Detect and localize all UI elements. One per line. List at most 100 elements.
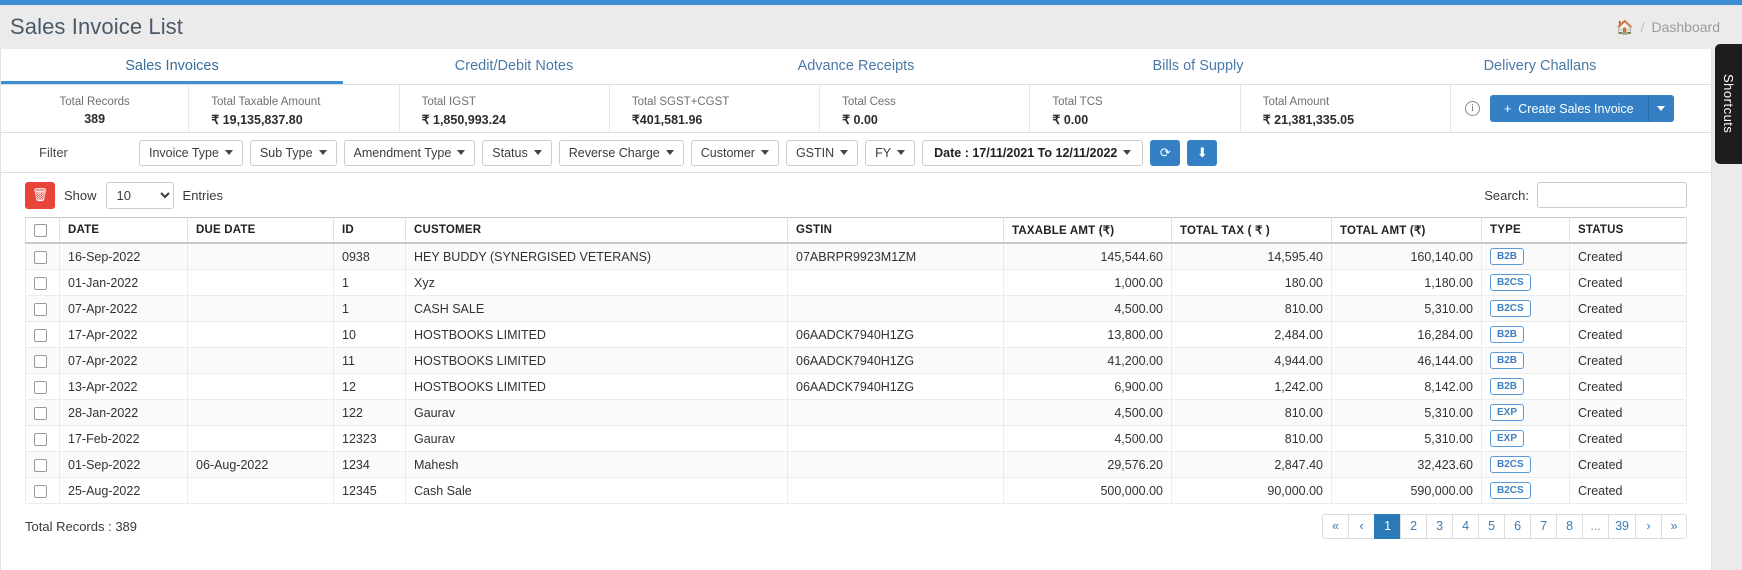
summary-strip: Total Records 389 Total Taxable Amount ₹… [1,85,1711,133]
type-badge: B2CS [1490,274,1531,291]
tab-bills-of-supply[interactable]: Bills of Supply [1027,49,1369,84]
row-checkbox[interactable] [34,380,47,394]
cell-status: Created [1569,451,1687,478]
filter-status[interactable]: Status [482,139,552,166]
cell-due-date [187,477,334,504]
breadcrumb: 🏠 / Dashboard [1616,19,1720,35]
table-row[interactable]: 25-Aug-2022 12345 Cash Sale 500,000.00 90,00… [25,477,1687,504]
summary-value: 389 [84,112,106,126]
summary-value: ₹401,581.96 [631,112,703,127]
col-taxable-amt[interactable]: TAXABLE AMT (₹) [1003,217,1172,244]
row-checkbox[interactable] [34,328,47,342]
table-row[interactable]: 17-Apr-2022 10 HOSTBOOKS LIMITED 06AADCK794… [25,321,1687,348]
col-total-tax[interactable]: TOTAL TAX ( ₹ ) [1171,217,1332,244]
col-id[interactable]: ID [333,217,406,244]
row-checkbox[interactable] [34,250,47,264]
row-checkbox[interactable] [34,432,47,446]
create-invoice-button-group: + Create Sales Invoice [1489,95,1674,122]
filter-label-text: GSTIN [795,145,835,160]
table-row[interactable]: 13-Apr-2022 12 HOSTBOOKS LIMITED 06AADCK794… [25,373,1687,400]
refresh-button[interactable]: ⟳ [1150,139,1181,166]
cell-total-tax: 14,595.40 [1171,242,1332,270]
entries-select[interactable]: 10 25 50 100 [105,181,174,209]
chevron-down-icon [665,150,674,155]
home-icon[interactable]: 🏠 [1616,20,1633,34]
col-type[interactable]: TYPE [1481,217,1570,244]
filter-fy[interactable]: FY [865,139,916,166]
info-icon[interactable]: i [1464,101,1480,116]
total-records-label: Total Records : 389 [25,519,138,534]
row-checkbox[interactable] [34,406,47,420]
filter-gstin[interactable]: GSTIN [785,139,859,166]
shortcuts-tab[interactable]: Shortcuts [1715,44,1742,164]
row-checkbox[interactable] [34,354,47,368]
table-row[interactable]: 07-Apr-2022 1 CASH SALE 4,500.00 810.00 5,310… [25,295,1687,322]
table-row[interactable]: 16-Sep-2022 0938 HEY BUDDY (SYNERGISED VET… [25,242,1687,270]
create-invoice-dropdown-button[interactable] [1647,95,1674,122]
cell-taxable-amt: 4,500.00 [1003,425,1172,452]
trash-icon: 🗑 [31,187,49,202]
col-due-date[interactable]: DUE DATE [187,217,334,244]
summary-total-records: Total Records 389 [1,85,190,132]
row-select-cell [25,399,60,426]
table-row[interactable]: 28-Jan-2022 122 Gaurav 4,500.00 810.00 5,310.… [25,399,1687,426]
table-row[interactable]: 07-Apr-2022 11 HOSTBOOKS LIMITED 06AADCK794… [25,347,1687,374]
cell-total-amt: 5,310.00 [1331,425,1482,452]
filter-label-text: FY [875,145,892,160]
delete-selected-button[interactable]: 🗑 [25,181,55,209]
pagination-item[interactable]: 1 [1374,514,1401,539]
col-gstin[interactable]: GSTIN [787,217,1004,244]
filter-reverse-charge[interactable]: Reverse Charge [558,139,684,166]
search-input[interactable] [1537,182,1687,208]
row-checkbox[interactable] [34,302,47,316]
pagination-item[interactable]: 7 [1530,514,1557,539]
filter-date-range[interactable]: Date : 17/11/2021 To 12/11/2022 [922,139,1144,166]
filter-invoice-type[interactable]: Invoice Type [139,139,243,166]
pagination-item[interactable]: « [1322,514,1349,539]
pagination-item[interactable]: ‹ [1348,514,1375,539]
pagination-item[interactable]: 5 [1478,514,1505,539]
pagination-item[interactable]: » [1661,514,1687,539]
row-checkbox[interactable] [34,458,47,472]
summary-label: Total Cess [842,95,896,108]
create-sales-invoice-button[interactable]: + Create Sales Invoice [1489,95,1648,122]
cell-due-date [187,242,334,270]
pagination-item[interactable]: 2 [1400,514,1427,539]
table-row[interactable]: 01-Sep-2022 06-Aug-2022 1234 Mahesh 29,576.2… [25,451,1687,478]
row-checkbox[interactable] [34,276,47,290]
type-badge: B2B [1490,352,1525,369]
table-row[interactable]: 01-Jan-2022 1 Xyz 1,000.00 180.00 1,180.00 B2C… [25,269,1687,296]
pagination-item[interactable]: 39 [1608,514,1635,539]
filter-sub-type[interactable]: Sub Type [249,139,337,166]
tab-advance-receipts[interactable]: Advance Receipts [685,49,1027,84]
col-customer[interactable]: CUSTOMER [405,217,788,244]
tab-sales-invoices[interactable]: Sales Invoices [1,49,343,84]
row-checkbox[interactable] [34,484,47,498]
cell-status: Created [1569,373,1687,400]
row-select-cell [25,321,60,348]
cell-gstin: 06AADCK7940H1ZG [787,321,1004,348]
select-all-checkbox[interactable] [34,223,47,237]
download-button[interactable]: ⬇ [1187,139,1218,166]
col-date[interactable]: DATE [59,217,188,244]
chevron-down-icon [318,150,327,155]
pagination-item[interactable]: 8 [1556,514,1583,539]
cell-due-date: 06-Aug-2022 [187,451,334,478]
cell-gstin [787,477,1004,504]
tab-credit-debit-notes[interactable]: Credit/Debit Notes [343,49,685,84]
col-status[interactable]: STATUS [1569,217,1687,244]
cell-due-date [187,321,334,348]
pagination-item[interactable]: 6 [1504,514,1531,539]
tab-delivery-challans[interactable]: Delivery Challans [1369,49,1711,84]
table-header-row: DATE DUE DATE ID CUSTOMER GSTIN TAXABLE … [25,217,1687,244]
col-total-amt[interactable]: TOTAL AMT (₹) [1331,217,1482,244]
table-row[interactable]: 17-Feb-2022 12323 Gaurav 4,500.00 810.00 5,31… [25,425,1687,452]
pagination-item[interactable]: 3 [1426,514,1453,539]
pagination-item[interactable]: 4 [1452,514,1479,539]
breadcrumb-current[interactable]: Dashboard [1652,19,1721,35]
pagination-item[interactable]: › [1635,514,1661,539]
filter-customer[interactable]: Customer [690,139,779,166]
filter-label-text: Invoice Type [149,145,219,160]
cell-taxable-amt: 13,800.00 [1003,321,1172,348]
filter-amendment-type[interactable]: Amendment Type [343,139,476,166]
